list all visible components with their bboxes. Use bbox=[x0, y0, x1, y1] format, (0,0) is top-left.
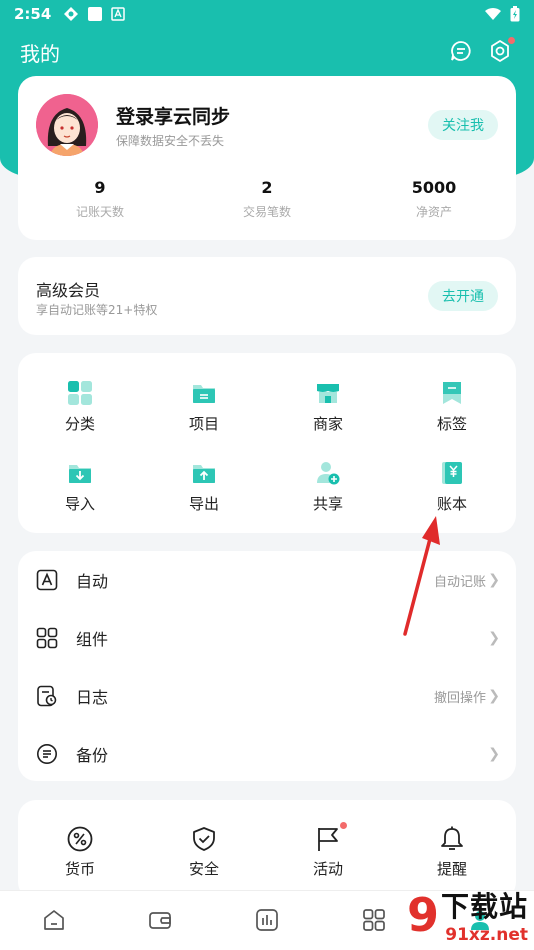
stat-label: 净资产 bbox=[415, 205, 452, 219]
bottom-item-label: 提醒 bbox=[436, 860, 467, 878]
import-icon bbox=[66, 459, 94, 487]
widgets-icon bbox=[36, 627, 58, 649]
grid-item-export[interactable]: 导出 bbox=[142, 459, 266, 529]
grid-item-label: 共享 bbox=[312, 495, 343, 513]
bottom-item-currency[interactable]: 货币 bbox=[18, 826, 142, 879]
grid-item-ledger[interactable]: 账本 bbox=[390, 459, 514, 529]
menu-item-extra: 自动记账 bbox=[433, 574, 486, 590]
share-user-icon bbox=[314, 459, 342, 487]
stat-label: 交易笔数 bbox=[242, 205, 291, 219]
tab-home[interactable] bbox=[41, 907, 67, 933]
menu-item-label: 日志 bbox=[76, 688, 109, 707]
grid-item-share[interactable]: 共享 bbox=[266, 459, 390, 529]
grid-item-merchant[interactable]: 商家 bbox=[266, 379, 390, 449]
menu-item-widgets[interactable]: 组件 ❯ bbox=[18, 609, 516, 667]
grid-item-label: 分类 bbox=[64, 415, 95, 433]
bottom-item-label: 活动 bbox=[312, 860, 343, 878]
activity-notification-dot bbox=[340, 822, 347, 829]
tab-statistics[interactable] bbox=[254, 907, 280, 933]
chevron-right-icon: ❯ bbox=[488, 572, 500, 588]
message-icon bbox=[451, 41, 471, 61]
home-icon bbox=[44, 910, 64, 930]
chevron-right-icon: ❯ bbox=[488, 688, 500, 704]
grid-item-category[interactable]: 分类 bbox=[18, 379, 142, 449]
grid-item-project[interactable]: 项目 bbox=[142, 379, 266, 449]
bell-icon bbox=[439, 826, 465, 852]
category-icon bbox=[66, 379, 94, 407]
watermark-text: 下载站 91xz.net bbox=[441, 885, 528, 945]
settings-button[interactable] bbox=[487, 37, 515, 64]
backup-icon bbox=[36, 743, 58, 765]
settings-notification-dot bbox=[508, 37, 515, 44]
auto-icon bbox=[36, 569, 58, 591]
grid-item-label: 账本 bbox=[436, 495, 467, 513]
watermark-logo: 9 bbox=[406, 888, 439, 942]
stat-value: 9 bbox=[94, 178, 106, 197]
menu-item-label: 备份 bbox=[76, 746, 109, 765]
login-title[interactable]: 登录享云同步 bbox=[116, 102, 230, 129]
vip-title: 高级会员 bbox=[36, 281, 101, 300]
stat-value: 2 bbox=[261, 178, 273, 197]
grid-item-label: 项目 bbox=[188, 415, 219, 433]
ledger-icon bbox=[438, 459, 466, 487]
grid-item-import[interactable]: 导入 bbox=[18, 459, 142, 529]
wallet-icon bbox=[149, 912, 171, 929]
grid-item-label: 导入 bbox=[64, 495, 95, 513]
grid-item-tag[interactable]: 标签 bbox=[390, 379, 514, 449]
folder-icon bbox=[190, 379, 218, 407]
chevron-right-icon: ❯ bbox=[488, 630, 500, 646]
export-icon bbox=[190, 459, 218, 487]
tab-wallet[interactable] bbox=[147, 907, 173, 933]
features-grid: 分类 项目 商家 标签 导入 导出 共享 账本 bbox=[18, 353, 516, 533]
bottom-item-label: 货币 bbox=[64, 860, 95, 878]
message-button[interactable] bbox=[448, 38, 474, 64]
bottom-item-label: 安全 bbox=[188, 860, 219, 878]
stat-value: 5000 bbox=[411, 178, 457, 197]
log-icon bbox=[36, 685, 58, 707]
menu-item-extra: 撤回操作 bbox=[433, 690, 486, 706]
follow-button[interactable]: 关注我 bbox=[428, 110, 498, 140]
bottom-item-activity[interactable]: 活动 bbox=[266, 822, 390, 879]
battery-icon bbox=[510, 6, 520, 22]
menu-item-label: 组件 bbox=[76, 630, 109, 649]
a-status-icon bbox=[111, 7, 126, 21]
status-time: 2:54 bbox=[14, 5, 52, 23]
vip-activate-button[interactable]: 去开通 bbox=[428, 281, 498, 311]
avatar[interactable] bbox=[36, 94, 98, 156]
grid-item-label: 导出 bbox=[188, 495, 219, 513]
stat-net-assets: 5000 净资产 bbox=[374, 178, 494, 220]
chevron-right-icon: ❯ bbox=[488, 746, 500, 762]
flag-icon bbox=[315, 822, 347, 852]
shield-icon bbox=[191, 826, 217, 852]
profile-card[interactable]: 登录享云同步 保障数据安全不丢失 关注我 9 记账天数 2 交易笔数 5000 … bbox=[18, 76, 516, 240]
avatar-illustration bbox=[36, 94, 98, 156]
menu-item-label: 自动 bbox=[76, 572, 109, 591]
vip-subtitle: 享自动记账等21+特权 bbox=[36, 303, 158, 317]
store-icon bbox=[314, 379, 342, 407]
chart-icon bbox=[256, 909, 278, 931]
grid-item-label: 标签 bbox=[436, 415, 467, 433]
wifi-icon bbox=[485, 7, 501, 20]
square-status-icon bbox=[88, 7, 103, 21]
settings-menu: 自动 自动记账 ❯ 组件 ❯ 日志 撤回操作 ❯ 备份 ❯ bbox=[18, 551, 516, 781]
vip-card[interactable]: 高级会员 享自动记账等21+特权 去开通 bbox=[18, 257, 516, 335]
percent-icon bbox=[67, 826, 93, 852]
menu-item-auto[interactable]: 自动 自动记账 ❯ bbox=[18, 551, 516, 609]
status-bar: 2:54 bbox=[0, 0, 534, 28]
bottom-item-reminder[interactable]: 提醒 bbox=[390, 826, 514, 879]
grid-item-label: 商家 bbox=[312, 415, 343, 433]
menu-item-log[interactable]: 日志 撤回操作 ❯ bbox=[18, 667, 516, 725]
stat-days: 9 记账天数 bbox=[40, 178, 160, 220]
bookmark-icon bbox=[438, 379, 466, 407]
sync-status-icon bbox=[64, 7, 79, 21]
watermark-name: 下载站 bbox=[440, 890, 528, 923]
watermark-url: 91xz.net bbox=[445, 925, 528, 945]
site-watermark: 9 下载站 91xz.net bbox=[364, 880, 534, 950]
bottom-item-security[interactable]: 安全 bbox=[142, 826, 266, 879]
login-subtitle: 保障数据安全不丢失 bbox=[116, 134, 225, 148]
page-title: 我的 bbox=[20, 42, 60, 66]
stat-transactions: 2 交易笔数 bbox=[207, 178, 327, 220]
stat-label: 记账天数 bbox=[75, 205, 124, 219]
menu-item-backup[interactable]: 备份 ❯ bbox=[18, 725, 516, 783]
